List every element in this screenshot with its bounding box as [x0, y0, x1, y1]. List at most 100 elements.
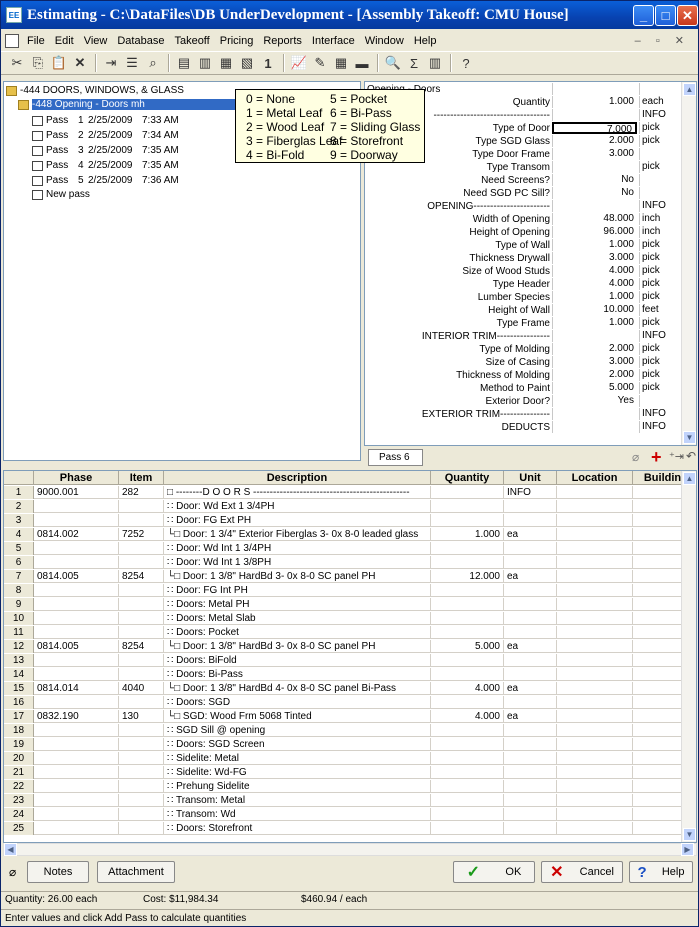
table-row[interactable]: 12 0814.005 8254 └□ Door: 1 3/8" HardBd 3-…	[4, 640, 693, 653]
door-type-option[interactable]: 9 = Doorway	[330, 148, 398, 162]
tree-pass-item[interactable]: Pass 1 2/25/2009 7:33 AM	[32, 114, 179, 127]
cell-empty[interactable]	[557, 766, 633, 779]
cell-unit[interactable]	[504, 766, 557, 779]
cell-rownum[interactable]: 16	[4, 696, 34, 709]
delete-icon[interactable]: ✕	[70, 53, 90, 73]
grid-header-location[interactable]: Location	[557, 471, 633, 485]
cell-unit[interactable]	[504, 794, 557, 807]
cell-rownum[interactable]: 13	[4, 654, 34, 667]
property-row[interactable]: Size of Wood Studs 4.000 pick	[365, 265, 683, 277]
property-value[interactable]: 10.000	[552, 304, 637, 316]
cell-item[interactable]	[119, 822, 164, 835]
cell-rownum[interactable]: 4	[4, 528, 34, 541]
cell-quantity[interactable]	[431, 542, 504, 555]
cell-description[interactable]: ∷ Doors: Storefront	[164, 822, 431, 835]
cell-description[interactable]: ∷ Doors: Metal PH	[164, 598, 431, 611]
cell-phase[interactable]	[34, 794, 119, 807]
table-row[interactable]: 1 9000.001 282 □ --------D O O R S --------…	[4, 486, 693, 499]
property-value[interactable]: 1.000	[552, 239, 637, 251]
property-row[interactable]: OPENING----------------------- INFO	[365, 200, 683, 212]
cell-phase[interactable]	[34, 500, 119, 513]
property-value[interactable]: 3.000	[552, 356, 637, 368]
door-type-option[interactable]: 7 = Sliding Glass	[330, 120, 420, 134]
grid-header-quantity[interactable]: Quantity	[431, 471, 504, 485]
property-row[interactable]: Width of Opening 48.000 inch	[365, 213, 683, 225]
cell-rownum[interactable]: 5	[4, 542, 34, 555]
tree-pass-item[interactable]: Pass 4 2/25/2009 7:35 AM	[32, 159, 179, 172]
table-row[interactable]: 8 ∷ Door: FG Int PH	[4, 584, 693, 597]
cell-empty[interactable]	[557, 486, 633, 499]
cell-phase[interactable]: 0814.005	[34, 640, 119, 653]
table-row[interactable]: 23 ∷ Transom: Metal	[4, 794, 693, 807]
cell-description[interactable]: ∷ Door: FG Int PH	[164, 584, 431, 597]
cell-empty[interactable]	[557, 780, 633, 793]
cell-item[interactable]	[119, 724, 164, 737]
cell-item[interactable]	[119, 584, 164, 597]
scroll-left-icon[interactable]: ◀	[4, 843, 17, 856]
cell-rownum[interactable]: 20	[4, 752, 34, 765]
cell-empty[interactable]	[557, 682, 633, 695]
table-row[interactable]: 22 ∷ Prehung Sidelite	[4, 780, 693, 793]
property-row[interactable]: Exterior Door? Yes	[365, 395, 683, 407]
cell-unit[interactable]: ea	[504, 640, 557, 653]
cell-phase[interactable]	[34, 766, 119, 779]
paste-icon[interactable]: 📋	[49, 53, 69, 73]
table-row[interactable]: 13 ∷ Doors: BiFold	[4, 654, 693, 667]
menu-edit[interactable]: Edit	[50, 35, 79, 47]
cut-icon[interactable]: ✂	[7, 53, 27, 73]
cell-rownum[interactable]: 21	[4, 766, 34, 779]
cell-empty[interactable]	[557, 738, 633, 751]
menu-window[interactable]: Window	[360, 35, 409, 47]
property-value[interactable]: 2.000	[552, 135, 637, 147]
pass-tab[interactable]: Pass 6	[368, 449, 423, 466]
property-value[interactable]: 7.000	[552, 122, 637, 135]
cell-rownum[interactable]: 6	[4, 556, 34, 569]
cell-item[interactable]	[119, 808, 164, 821]
property-value[interactable]: 1.000	[552, 317, 637, 329]
cell-empty[interactable]	[557, 612, 633, 625]
cell-description[interactable]: ∷ Sidelite: Wd-FG	[164, 766, 431, 779]
cell-item[interactable]	[119, 668, 164, 681]
cell-item[interactable]: 8254	[119, 640, 164, 653]
cell-quantity[interactable]	[431, 808, 504, 821]
table-row[interactable]: 25 ∷ Doors: Storefront	[4, 822, 693, 835]
cell-item[interactable]	[119, 514, 164, 527]
cell-rownum[interactable]: 19	[4, 738, 34, 751]
door-type-option[interactable]: 0 = None	[246, 92, 295, 106]
table-row[interactable]: 20 ∷ Sidelite: Metal	[4, 752, 693, 765]
property-value[interactable]: 4.000	[552, 265, 637, 277]
cell-rownum[interactable]: 7	[4, 570, 34, 583]
property-value[interactable]	[552, 161, 637, 173]
notes-button[interactable]: Notes	[27, 861, 89, 883]
table-row[interactable]: 4 0814.002 7252 └□ Door: 1 3/4" Exterior F…	[4, 528, 693, 541]
undo-icon[interactable]: ↶	[686, 449, 696, 463]
cell-phase[interactable]	[34, 598, 119, 611]
cell-unit[interactable]	[504, 668, 557, 681]
menu-interface[interactable]: Interface	[307, 35, 360, 47]
cell-rownum[interactable]: 10	[4, 612, 34, 625]
chart-icon[interactable]: 📈	[289, 53, 309, 73]
cell-rownum[interactable]: 23	[4, 794, 34, 807]
table-row[interactable]: 5 ∷ Door: Wd Int 1 3/4PH	[4, 542, 693, 555]
grid-scrollbar[interactable]: ▲ ▼	[681, 471, 696, 842]
cell-phase[interactable]: 0832.190	[34, 710, 119, 723]
cell-quantity[interactable]: 1.000	[431, 528, 504, 541]
ok-button[interactable]: ✓ OK	[453, 861, 535, 883]
menu-reports[interactable]: Reports	[258, 35, 307, 47]
property-value[interactable]	[552, 408, 637, 420]
cell-description[interactable]: □ --------D O O R S --------------------…	[164, 486, 431, 499]
cell-rownum[interactable]: 1	[4, 486, 34, 499]
property-value[interactable]	[552, 200, 637, 212]
cell-rownum[interactable]: 8	[4, 584, 34, 597]
cell-unit[interactable]	[504, 780, 557, 793]
tree-assembly[interactable]: -448 Opening - Doors mh	[18, 98, 235, 111]
cell-phase[interactable]	[34, 556, 119, 569]
cell-quantity[interactable]	[431, 780, 504, 793]
cell-unit[interactable]	[504, 500, 557, 513]
property-row[interactable]: Need Screens? No	[365, 174, 683, 186]
cell-rownum[interactable]: 12	[4, 640, 34, 653]
cell-unit[interactable]	[504, 584, 557, 597]
properties-scrollbar[interactable]: ▲ ▼	[681, 82, 696, 445]
cell-phase[interactable]	[34, 808, 119, 821]
cell-phase[interactable]	[34, 668, 119, 681]
